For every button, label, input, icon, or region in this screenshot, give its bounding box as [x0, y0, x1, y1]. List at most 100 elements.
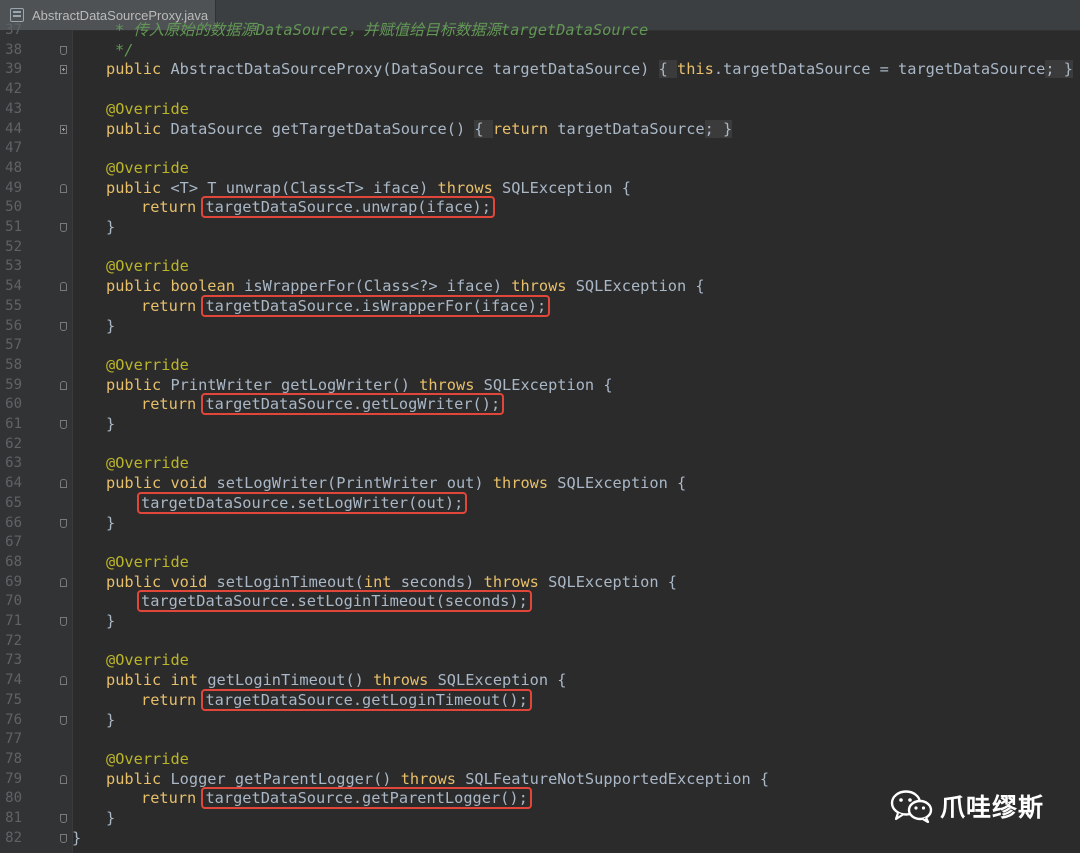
- fold-marker-icon[interactable]: [60, 65, 67, 75]
- code-line[interactable]: 53 @Override: [0, 257, 1080, 277]
- code-line[interactable]: 62: [0, 435, 1080, 455]
- fold-marker-icon[interactable]: [60, 479, 67, 489]
- code-line[interactable]: 82}: [0, 829, 1080, 849]
- code-token: public void: [106, 474, 217, 493]
- line-number: 51: [5, 219, 22, 235]
- code-text: }: [106, 218, 115, 238]
- code-token: throws: [483, 572, 549, 591]
- code-text: @Override: [106, 454, 189, 474]
- code-token: }: [106, 415, 116, 433]
- code-text: public boolean isWrapperFor(Class<?> ifa…: [106, 277, 705, 297]
- code-token: throws: [373, 671, 438, 690]
- code-text: }: [72, 829, 81, 849]
- fold-marker-icon[interactable]: [60, 774, 67, 784]
- code-line[interactable]: 64 public void setLogWriter(PrintWriter o…: [0, 474, 1080, 494]
- code-token: }: [72, 828, 82, 847]
- code-line[interactable]: 37 * 传入原始的数据源DataSource，并赋值给目标数据源targetDa…: [0, 21, 1080, 41]
- code-text: public void setLogWriter(PrintWriter out…: [106, 474, 686, 494]
- fold-marker-icon[interactable]: [60, 380, 67, 390]
- code-line[interactable]: 57: [0, 336, 1080, 356]
- code-text: return targetDataSource.isWrapperFor(ifa…: [141, 294, 551, 317]
- code-line[interactable]: 67: [0, 533, 1080, 553]
- code-line[interactable]: 48 @Override: [0, 159, 1080, 179]
- fold-marker-icon[interactable]: [60, 45, 67, 55]
- watermark-text: 爪哇缪斯: [940, 793, 1045, 822]
- line-number: 78: [5, 750, 22, 767]
- code-line[interactable]: 50 return targetDataSource.unwrap(iface);: [0, 196, 1080, 219]
- line-number: 48: [5, 159, 22, 176]
- wechat-icon: [890, 790, 933, 823]
- code-token: @Override: [106, 257, 189, 276]
- code-text: @Override: [106, 257, 189, 277]
- fold-marker-icon[interactable]: [60, 814, 67, 823]
- code-text: public AbstractDataSourceProxy(DataSourc…: [106, 60, 1074, 80]
- code-line[interactable]: 59 public PrintWriter getLogWriter() thro…: [0, 376, 1080, 396]
- code-line[interactable]: 58 @Override: [0, 356, 1080, 376]
- code-text: targetDataSource.setLoginTimeout(seconds…: [137, 590, 532, 613]
- code-line[interactable]: 52: [0, 238, 1080, 258]
- highlight-box: targetDataSource.setLogWriter(out);: [137, 491, 468, 514]
- code-line[interactable]: 73 @Override: [0, 651, 1080, 671]
- code-line[interactable]: 49 public <T> T unwrap(Class<T> iface) th…: [0, 179, 1080, 199]
- code-line[interactable]: 55 return targetDataSource.isWrapperFor(i…: [0, 294, 1080, 317]
- code-token: SQLException {: [437, 671, 567, 690]
- code-text: }: [106, 317, 115, 337]
- code-line[interactable]: 54 public boolean isWrapperFor(Class<?> i…: [0, 277, 1080, 297]
- code-line[interactable]: 63 @Override: [0, 454, 1080, 474]
- code-line[interactable]: 38 */: [0, 41, 1080, 61]
- code-line[interactable]: 47: [0, 139, 1080, 159]
- fold-marker-icon[interactable]: [60, 420, 67, 429]
- code-line[interactable]: 65 targetDataSource.setLogWriter(out);: [0, 491, 1080, 514]
- fold-marker-icon[interactable]: [60, 223, 67, 232]
- code-line[interactable]: 60 return targetDataSource.getLogWriter()…: [0, 393, 1080, 416]
- code-text: targetDataSource.setLogWriter(out);: [137, 491, 468, 514]
- code-token: throws: [400, 769, 466, 788]
- code-line[interactable]: 42: [0, 80, 1080, 100]
- code-token: @Override: [106, 651, 189, 670]
- code-line[interactable]: 76}: [0, 711, 1080, 731]
- code-line[interactable]: 71}: [0, 612, 1080, 632]
- code-line[interactable]: 70 targetDataSource.setLoginTimeout(secon…: [0, 590, 1080, 613]
- code-line[interactable]: 68 @Override: [0, 553, 1080, 573]
- line-number: 60: [5, 396, 22, 413]
- line-number: 58: [5, 356, 22, 373]
- fold-marker-icon[interactable]: [60, 676, 67, 686]
- code-token: public int: [106, 671, 208, 690]
- fold-marker-icon[interactable]: [60, 183, 67, 193]
- fold-marker-icon[interactable]: [60, 282, 67, 292]
- code-token: public: [106, 119, 171, 138]
- code-token: isWrapperFor(Class<?> iface): [244, 277, 512, 296]
- code-line[interactable]: 75 return targetDataSource.getLoginTimeou…: [0, 688, 1080, 711]
- code-line[interactable]: 79 public Logger getParentLogger() throws…: [0, 770, 1080, 790]
- code-token: @Override: [106, 552, 189, 571]
- code-line[interactable]: 44 public DataSource getTargetDataSource(…: [0, 119, 1080, 140]
- code-token: public: [106, 375, 171, 394]
- code-line[interactable]: 56}: [0, 317, 1080, 337]
- code-line[interactable]: 72: [0, 632, 1080, 652]
- code-token: SQLException {: [502, 178, 631, 197]
- line-number: 66: [5, 514, 22, 531]
- code-token: getLoginTimeout(): [207, 671, 374, 690]
- code-line[interactable]: 43 @Override: [0, 100, 1080, 120]
- code-token: return: [141, 789, 206, 808]
- fold-marker-icon[interactable]: [60, 577, 67, 587]
- code-line[interactable]: 74 public int getLoginTimeout() throws SQ…: [0, 671, 1080, 691]
- code-line[interactable]: 61}: [0, 415, 1080, 435]
- code-line[interactable]: 77: [0, 730, 1080, 750]
- fold-marker-icon[interactable]: [60, 321, 67, 331]
- fold-marker-icon[interactable]: [60, 518, 67, 528]
- code-line[interactable]: 66}: [0, 514, 1080, 534]
- code-line[interactable]: 51}: [0, 218, 1080, 238]
- code-token: throws: [437, 178, 503, 197]
- fold-marker-icon[interactable]: [60, 617, 67, 626]
- code-token: int: [363, 572, 401, 591]
- code-text: return targetDataSource.getLoginTimeout(…: [141, 688, 532, 711]
- code-line[interactable]: 39 public AbstractDataSourceProxy(DataSou…: [0, 60, 1080, 80]
- fold-marker-icon[interactable]: [60, 715, 67, 725]
- fold-marker-icon[interactable]: [60, 124, 67, 134]
- line-number: 72: [5, 632, 22, 649]
- code-text: @Override: [106, 100, 189, 120]
- fold-marker-icon[interactable]: [60, 833, 67, 843]
- code-token: * 传入原始的数据源DataSource，并赋值给目标数据源targetData…: [115, 21, 649, 39]
- code-line[interactable]: 78 @Override: [0, 750, 1080, 770]
